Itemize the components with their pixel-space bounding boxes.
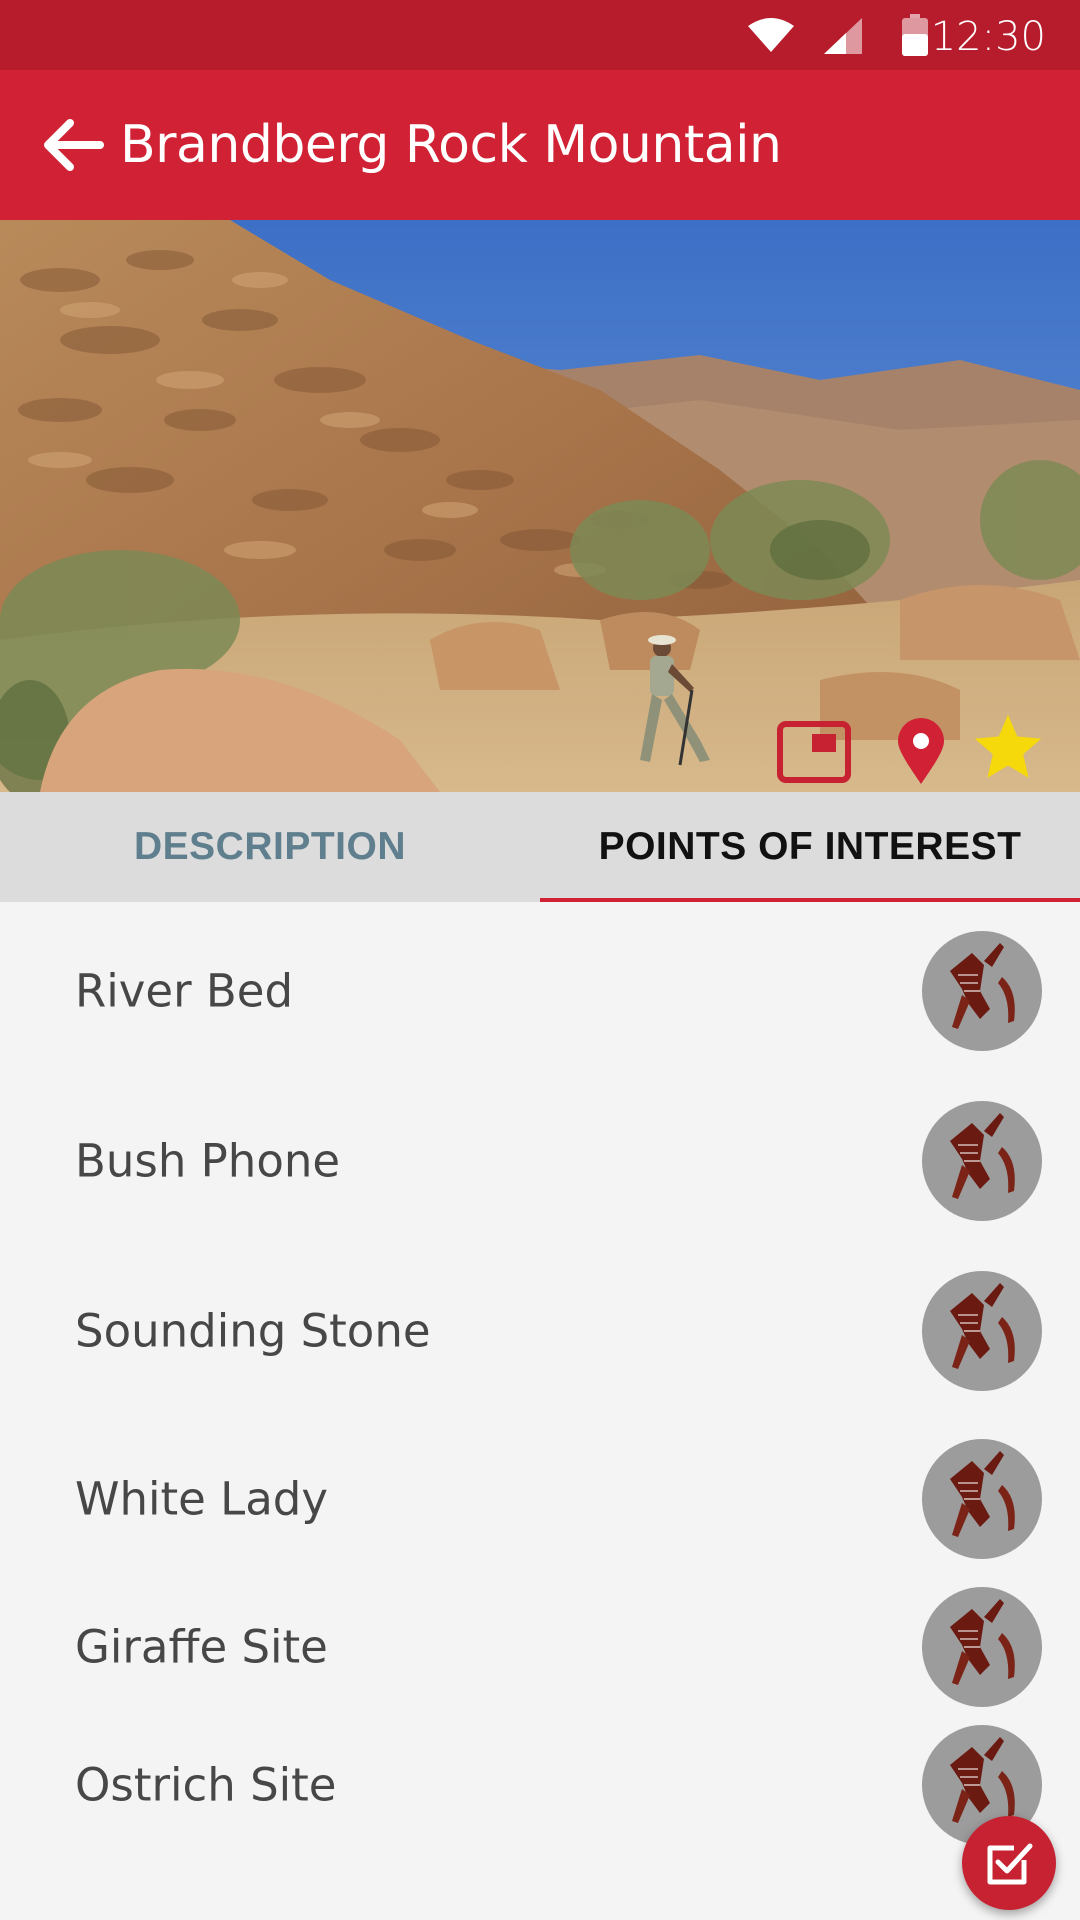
checkbox-icon bbox=[987, 1843, 1033, 1885]
hero-image bbox=[0, 220, 1080, 792]
rock-art-thumbnail bbox=[922, 1587, 1042, 1707]
wifi-icon bbox=[748, 18, 794, 52]
list-item[interactable]: White Lady bbox=[0, 1424, 1080, 1574]
points-of-interest-list: River Bed Bush Phone Sounding Stone Whit… bbox=[0, 902, 1080, 1920]
list-item[interactable]: Giraffe Site bbox=[0, 1572, 1080, 1722]
list-item[interactable]: Ostrich Site bbox=[0, 1710, 1080, 1860]
status-time: 12:30 bbox=[930, 14, 1046, 60]
list-item-label: Ostrich Site bbox=[75, 1758, 337, 1812]
tab-description[interactable]: DESCRIPTION bbox=[0, 792, 540, 902]
page-title: Brandberg Rock Mountain bbox=[120, 115, 782, 175]
landscape-photo bbox=[0, 220, 1080, 792]
list-item-label: Bush Phone bbox=[75, 1134, 341, 1188]
status-bar: 12:30 bbox=[0, 0, 1080, 70]
list-item-label: Sounding Stone bbox=[75, 1304, 431, 1358]
map-pin-icon[interactable] bbox=[896, 718, 946, 786]
battery-icon bbox=[902, 14, 928, 56]
signal-icon bbox=[824, 18, 862, 54]
rock-art-thumbnail bbox=[922, 1271, 1042, 1391]
arrow-back-icon[interactable] bbox=[40, 115, 104, 175]
list-item[interactable]: Sounding Stone bbox=[0, 1256, 1080, 1406]
rock-art-thumbnail bbox=[922, 1439, 1042, 1559]
list-item-label: White Lady bbox=[75, 1472, 328, 1526]
rock-art-thumbnail bbox=[922, 1101, 1042, 1221]
list-item[interactable]: Bush Phone bbox=[0, 1086, 1080, 1236]
list-item[interactable]: River Bed bbox=[0, 916, 1080, 1066]
slideshow-icon[interactable] bbox=[776, 720, 852, 784]
checklist-fab[interactable] bbox=[962, 1816, 1056, 1910]
tab-points-of-interest[interactable]: POINTS OF INTEREST bbox=[540, 792, 1080, 902]
tab-bar: DESCRIPTION POINTS OF INTEREST bbox=[0, 792, 1080, 902]
app-bar: Brandberg Rock Mountain bbox=[0, 70, 1080, 220]
rock-art-thumbnail bbox=[922, 931, 1042, 1051]
list-item-label: River Bed bbox=[75, 964, 294, 1018]
star-icon[interactable] bbox=[970, 710, 1046, 784]
list-item-label: Giraffe Site bbox=[75, 1620, 328, 1674]
